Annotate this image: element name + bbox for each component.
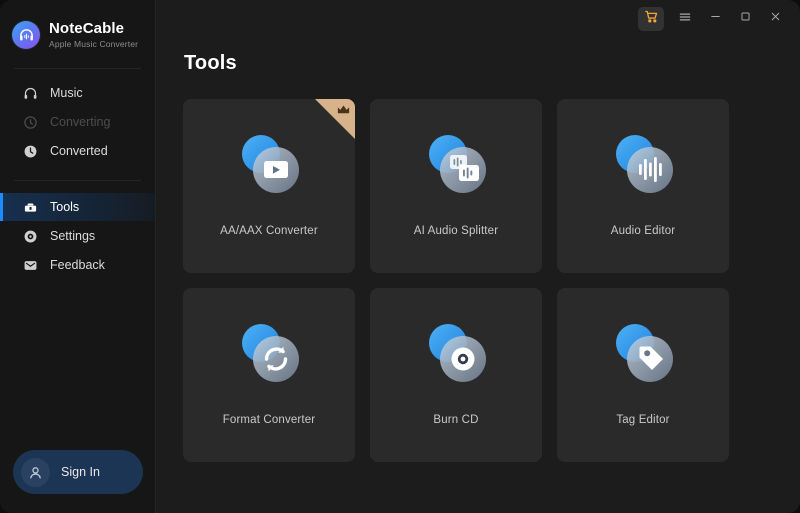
- disc-icon: [417, 317, 495, 394]
- menu-icon: [678, 10, 692, 29]
- tool-card-burn-cd[interactable]: Burn CD: [370, 288, 542, 462]
- cart-icon: [644, 9, 659, 29]
- sidebar-item-converted[interactable]: Converted: [0, 137, 155, 165]
- sidebar-divider-top: [14, 68, 141, 69]
- main-content: Tools AA/AAX Converter AI Audio Splitter…: [156, 0, 800, 513]
- app-logo-icon: [12, 21, 40, 49]
- sign-in-button[interactable]: Sign In: [13, 450, 143, 494]
- tool-card-label: Burn CD: [433, 413, 479, 426]
- headphones-icon: [22, 85, 38, 101]
- gear-icon: [22, 228, 38, 244]
- maximize-icon: [739, 10, 752, 28]
- cart-button[interactable]: [638, 7, 664, 31]
- close-icon: [769, 10, 782, 28]
- message-icon: [22, 257, 38, 273]
- sidebar-item-feedback[interactable]: Feedback: [0, 251, 155, 279]
- titlebar-controls: [638, 0, 800, 38]
- tool-card-label: Tag Editor: [616, 413, 670, 426]
- tool-card-tag-editor[interactable]: Tag Editor: [557, 288, 729, 462]
- sidebar-divider-mid: [14, 180, 141, 181]
- tool-card-aa-aax-converter[interactable]: AA/AAX Converter: [183, 99, 355, 273]
- tool-card-label: Format Converter: [222, 413, 316, 426]
- toolbox-icon: [22, 199, 38, 215]
- sidebar-item-label: Tools: [50, 200, 80, 214]
- sidebar-item-tools[interactable]: Tools: [0, 193, 155, 221]
- menu-button[interactable]: [670, 6, 700, 32]
- sync-circle-icon: [22, 114, 38, 130]
- waveform-bars-icon: [604, 128, 682, 205]
- minimize-button[interactable]: [700, 6, 730, 32]
- close-button[interactable]: [760, 6, 790, 32]
- user-avatar-icon: [21, 457, 50, 487]
- sidebar-item-label: Music: [50, 86, 83, 100]
- tool-card-label: Audio Editor: [610, 224, 676, 237]
- brand-subtitle: Apple Music Converter: [49, 38, 139, 49]
- brand-title: NoteCable: [49, 20, 125, 38]
- sidebar-item-label: Settings: [50, 229, 96, 243]
- split-waveform-icon: [417, 128, 495, 205]
- brand: NoteCable Apple Music Converter: [0, 0, 155, 56]
- sidebar-item-label: Converting: [50, 115, 111, 129]
- clock-icon: [22, 143, 38, 159]
- crown-icon: [336, 102, 351, 117]
- sidebar-item-label: Converted: [50, 144, 108, 158]
- premium-ribbon: [315, 99, 355, 139]
- tool-card-label: AA/AAX Converter: [220, 224, 318, 237]
- maximize-button[interactable]: [730, 6, 760, 32]
- minimize-icon: [709, 10, 722, 28]
- sidebar-item-music[interactable]: Music: [0, 79, 155, 107]
- tool-card-label: AI Audio Splitter: [413, 224, 499, 237]
- tool-card-format-converter[interactable]: Format Converter: [183, 288, 355, 462]
- app-window: NoteCable Apple Music Converter Music Co…: [0, 0, 800, 513]
- page-title: Tools: [184, 52, 237, 74]
- price-tag-icon: [604, 317, 682, 394]
- play-window-icon: [230, 128, 308, 205]
- sidebar-item-converting[interactable]: Converting: [0, 108, 155, 136]
- sidebar-nav: Music Converting Converted Tools Setting…: [0, 79, 155, 279]
- refresh-arrows-icon: [230, 317, 308, 394]
- tool-card-ai-audio-splitter[interactable]: AI Audio Splitter: [370, 99, 542, 273]
- sidebar: NoteCable Apple Music Converter Music Co…: [0, 0, 156, 513]
- sign-in-label: Sign In: [61, 465, 100, 479]
- tools-grid: AA/AAX Converter AI Audio Splitter Audio…: [183, 99, 758, 462]
- tool-card-audio-editor[interactable]: Audio Editor: [557, 99, 729, 273]
- sidebar-item-settings[interactable]: Settings: [0, 222, 155, 250]
- sidebar-item-label: Feedback: [50, 258, 105, 272]
